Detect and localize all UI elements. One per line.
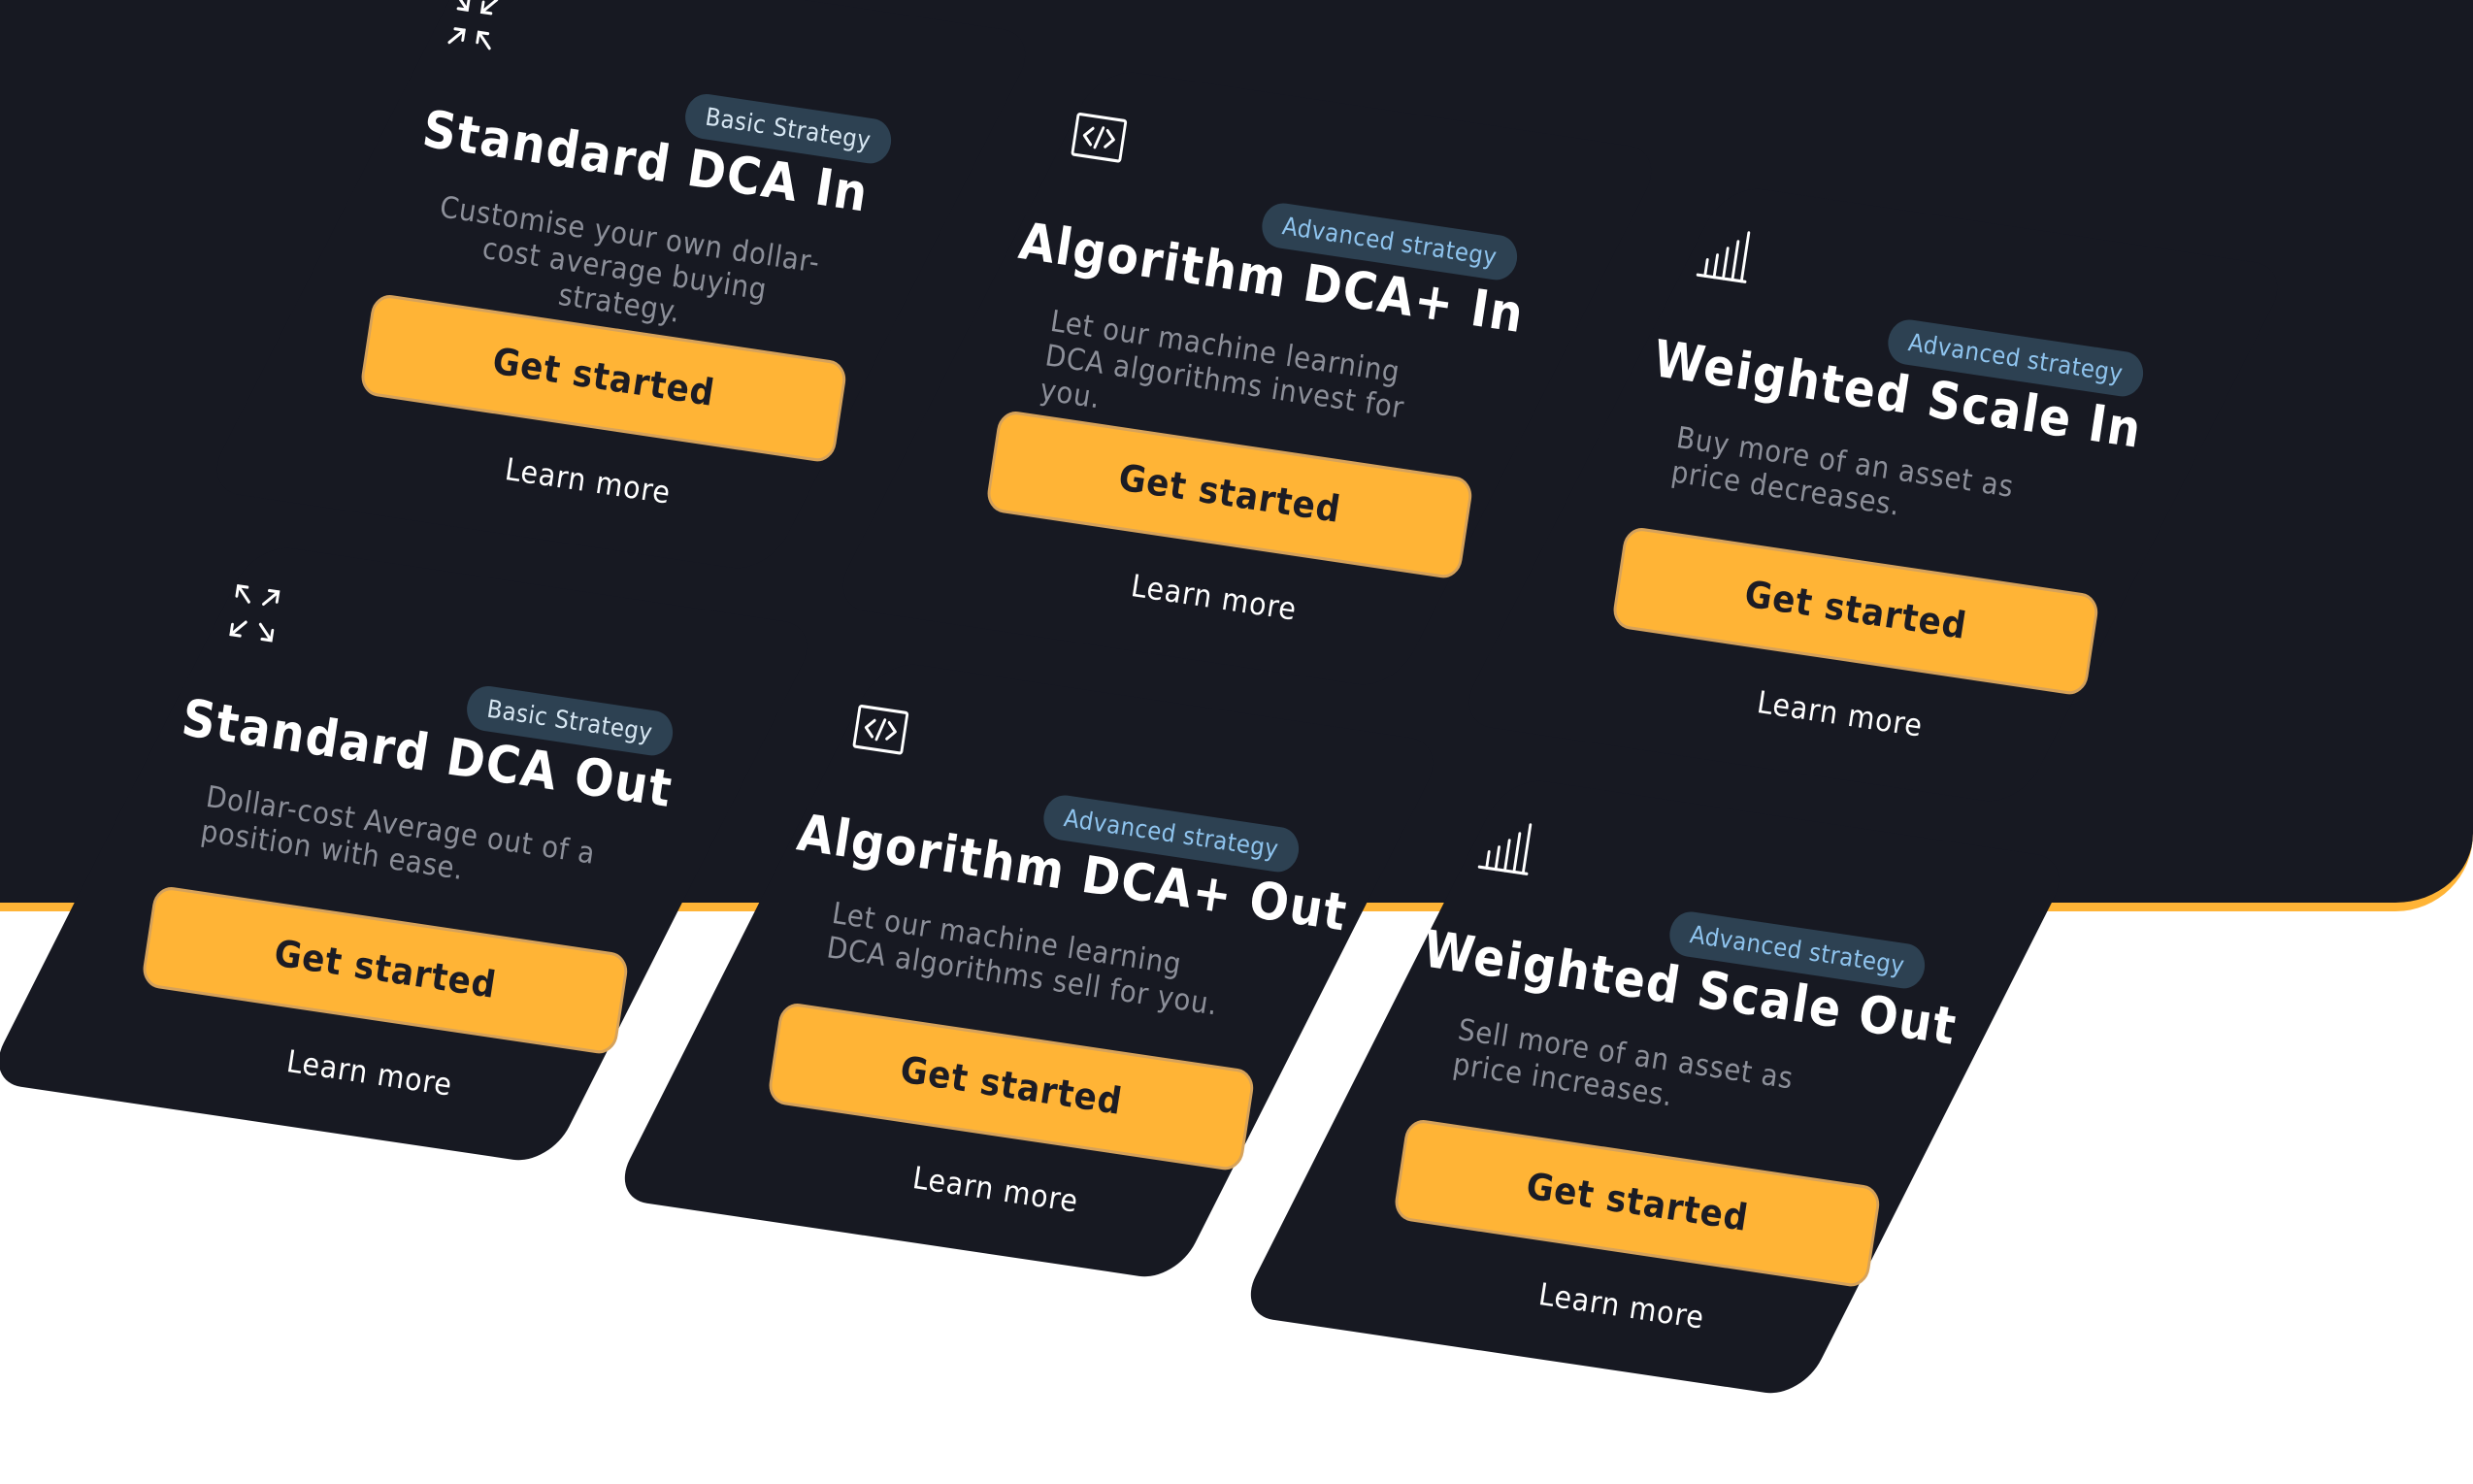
- strategy-card-grid: Basic Strategy Standard DCA In Customise…: [0, 0, 2473, 1484]
- get-started-button[interactable]: Get started: [1392, 1117, 1883, 1289]
- code-icon: [846, 693, 914, 767]
- compress-arrows-icon: [439, 0, 507, 58]
- bar-chart-icon: [1472, 809, 1540, 883]
- code-icon: [1065, 101, 1133, 175]
- get-started-button[interactable]: Get started: [1610, 525, 2101, 697]
- bar-chart-icon: [1691, 217, 1759, 291]
- get-started-button[interactable]: Get started: [766, 1001, 1257, 1172]
- strategy-showcase: Basic Strategy Standard DCA In Customise…: [0, 0, 2473, 1484]
- expand-arrows-icon: [220, 577, 288, 650]
- get-started-button[interactable]: Get started: [140, 884, 631, 1056]
